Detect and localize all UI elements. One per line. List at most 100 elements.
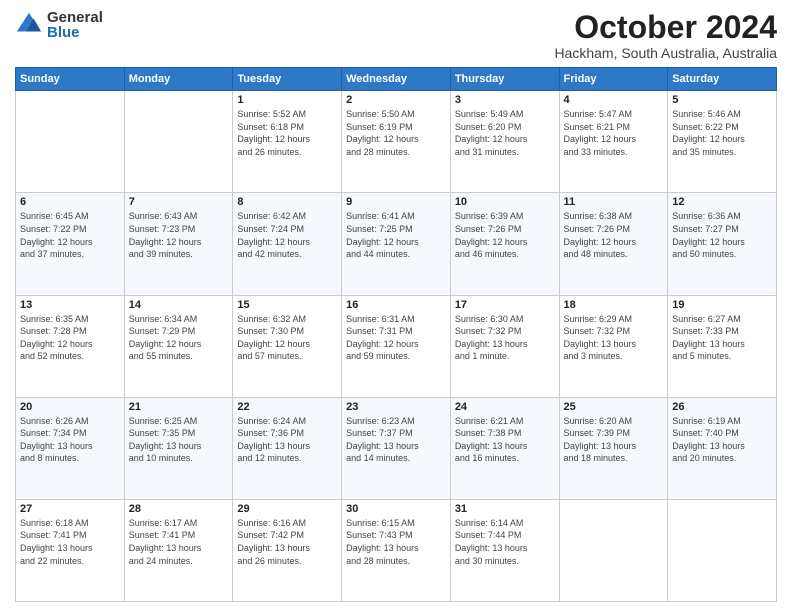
day-number: 7 — [129, 196, 229, 208]
day-number: 15 — [237, 299, 337, 311]
day-number: 27 — [20, 503, 120, 515]
calendar-cell: 8 Sunrise: 6:42 AM Sunset: 7:24 PM Daylig… — [233, 193, 342, 295]
day-number: 17 — [455, 299, 555, 311]
day-info: Sunrise: 6:31 AM Sunset: 7:31 PM Dayligh… — [346, 313, 446, 363]
calendar-week-2: 6Sunrise: 6:45 AM Sunset: 7:22 PM Daylig… — [16, 193, 777, 295]
calendar-cell: 28 Sunrise: 6:17 AM Sunset: 7:41 PM Dayli… — [124, 499, 233, 601]
col-tuesday: Tuesday — [233, 68, 342, 91]
title-block: October 2024 Hackham, South Australia, A… — [554, 10, 777, 61]
day-info: Sunrise: 6:38 AM Sunset: 7:26 PM Dayligh… — [564, 210, 664, 260]
calendar-cell: 25Sunrise: 6:20 AM Sunset: 7:39 PM Dayli… — [559, 397, 668, 499]
day-number: 18 — [564, 299, 664, 311]
col-sunday: Sunday — [16, 68, 125, 91]
day-info: Sunrise: 6:19 AM Sunset: 7:40 PM Dayligh… — [672, 415, 772, 465]
day-info: Sunrise: 6:39 AM Sunset: 7:26 PM Dayligh… — [455, 210, 555, 260]
day-number: 10 — [455, 196, 555, 208]
day-number: 1 — [237, 94, 337, 106]
day-number: 26 — [672, 401, 772, 413]
calendar-cell: 31Sunrise: 6:14 AM Sunset: 7:44 PM Dayli… — [450, 499, 559, 601]
calendar-cell — [668, 499, 777, 601]
calendar-body: 1 Sunrise: 5:52 AM Sunset: 6:18 PM Daylig… — [16, 91, 777, 602]
day-info: Sunrise: 6:30 AM Sunset: 7:32 PM Dayligh… — [455, 313, 555, 363]
logo-icon — [15, 11, 43, 39]
col-friday: Friday — [559, 68, 668, 91]
day-number: 19 — [672, 299, 772, 311]
calendar-week-3: 13Sunrise: 6:35 AM Sunset: 7:28 PM Dayli… — [16, 295, 777, 397]
calendar-cell: 23Sunrise: 6:23 AM Sunset: 7:37 PM Dayli… — [342, 397, 451, 499]
day-info: Sunrise: 6:16 AM Sunset: 7:42 PM Dayligh… — [237, 517, 337, 567]
day-number: 8 — [237, 196, 337, 208]
day-info: Sunrise: 6:29 AM Sunset: 7:32 PM Dayligh… — [564, 313, 664, 363]
day-number: 21 — [129, 401, 229, 413]
calendar-week-1: 1 Sunrise: 5:52 AM Sunset: 6:18 PM Daylig… — [16, 91, 777, 193]
day-number: 3 — [455, 94, 555, 106]
calendar-cell: 15 Sunrise: 6:32 AM Sunset: 7:30 PM Dayli… — [233, 295, 342, 397]
col-wednesday: Wednesday — [342, 68, 451, 91]
calendar-cell: 9Sunrise: 6:41 AM Sunset: 7:25 PM Daylig… — [342, 193, 451, 295]
calendar-cell: 10 Sunrise: 6:39 AM Sunset: 7:26 PM Dayli… — [450, 193, 559, 295]
title-month: October 2024 — [554, 10, 777, 45]
day-number: 13 — [20, 299, 120, 311]
logo-blue: Blue — [47, 25, 103, 40]
day-number: 23 — [346, 401, 446, 413]
calendar-cell: 27 Sunrise: 6:18 AM Sunset: 7:41 PM Dayli… — [16, 499, 125, 601]
day-number: 28 — [129, 503, 229, 515]
calendar-cell: 17 Sunrise: 6:30 AM Sunset: 7:32 PM Dayli… — [450, 295, 559, 397]
calendar-cell — [124, 91, 233, 193]
day-info: Sunrise: 6:26 AM Sunset: 7:34 PM Dayligh… — [20, 415, 120, 465]
day-number: 4 — [564, 94, 664, 106]
logo-general: General — [47, 10, 103, 25]
day-number: 5 — [672, 94, 772, 106]
day-number: 20 — [20, 401, 120, 413]
day-info: Sunrise: 6:41 AM Sunset: 7:25 PM Dayligh… — [346, 210, 446, 260]
day-info: Sunrise: 6:25 AM Sunset: 7:35 PM Dayligh… — [129, 415, 229, 465]
day-info: Sunrise: 5:52 AM Sunset: 6:18 PM Dayligh… — [237, 108, 337, 158]
calendar-cell: 4 Sunrise: 5:47 AM Sunset: 6:21 PM Daylig… — [559, 91, 668, 193]
col-saturday: Saturday — [668, 68, 777, 91]
day-number: 11 — [564, 196, 664, 208]
day-number: 14 — [129, 299, 229, 311]
day-info: Sunrise: 6:24 AM Sunset: 7:36 PM Dayligh… — [237, 415, 337, 465]
calendar-cell: 19 Sunrise: 6:27 AM Sunset: 7:33 PM Dayli… — [668, 295, 777, 397]
day-info: Sunrise: 6:14 AM Sunset: 7:44 PM Dayligh… — [455, 517, 555, 567]
day-info: Sunrise: 5:46 AM Sunset: 6:22 PM Dayligh… — [672, 108, 772, 158]
title-location: Hackham, South Australia, Australia — [554, 45, 777, 61]
day-number: 12 — [672, 196, 772, 208]
calendar-cell — [16, 91, 125, 193]
day-info: Sunrise: 6:42 AM Sunset: 7:24 PM Dayligh… — [237, 210, 337, 260]
calendar-week-5: 27 Sunrise: 6:18 AM Sunset: 7:41 PM Dayli… — [16, 499, 777, 601]
day-info: Sunrise: 6:15 AM Sunset: 7:43 PM Dayligh… — [346, 517, 446, 567]
col-thursday: Thursday — [450, 68, 559, 91]
logo: General Blue — [15, 10, 103, 40]
calendar-cell: 11 Sunrise: 6:38 AM Sunset: 7:26 PM Dayli… — [559, 193, 668, 295]
day-info: Sunrise: 6:21 AM Sunset: 7:38 PM Dayligh… — [455, 415, 555, 465]
day-info: Sunrise: 6:45 AM Sunset: 7:22 PM Dayligh… — [20, 210, 120, 260]
day-number: 30 — [346, 503, 446, 515]
day-info: Sunrise: 6:43 AM Sunset: 7:23 PM Dayligh… — [129, 210, 229, 260]
day-info: Sunrise: 6:32 AM Sunset: 7:30 PM Dayligh… — [237, 313, 337, 363]
calendar-cell: 2Sunrise: 5:50 AM Sunset: 6:19 PM Daylig… — [342, 91, 451, 193]
calendar-cell: 12Sunrise: 6:36 AM Sunset: 7:27 PM Dayli… — [668, 193, 777, 295]
day-info: Sunrise: 6:18 AM Sunset: 7:41 PM Dayligh… — [20, 517, 120, 567]
calendar-table: Sunday Monday Tuesday Wednesday Thursday… — [15, 67, 777, 602]
calendar-cell: 30 Sunrise: 6:15 AM Sunset: 7:43 PM Dayli… — [342, 499, 451, 601]
logo-text: General Blue — [47, 10, 103, 40]
calendar-cell: 14 Sunrise: 6:34 AM Sunset: 7:29 PM Dayli… — [124, 295, 233, 397]
calendar-cell: 20 Sunrise: 6:26 AM Sunset: 7:34 PM Dayli… — [16, 397, 125, 499]
col-monday: Monday — [124, 68, 233, 91]
day-info: Sunrise: 6:17 AM Sunset: 7:41 PM Dayligh… — [129, 517, 229, 567]
calendar-cell: 24Sunrise: 6:21 AM Sunset: 7:38 PM Dayli… — [450, 397, 559, 499]
calendar-header-row: Sunday Monday Tuesday Wednesday Thursday… — [16, 68, 777, 91]
day-info: Sunrise: 6:27 AM Sunset: 7:33 PM Dayligh… — [672, 313, 772, 363]
calendar-cell: 29Sunrise: 6:16 AM Sunset: 7:42 PM Dayli… — [233, 499, 342, 601]
day-number: 16 — [346, 299, 446, 311]
calendar-cell: 22Sunrise: 6:24 AM Sunset: 7:36 PM Dayli… — [233, 397, 342, 499]
day-info: Sunrise: 5:47 AM Sunset: 6:21 PM Dayligh… — [564, 108, 664, 158]
header: General Blue October 2024 Hackham, South… — [15, 10, 777, 61]
calendar-cell: 21 Sunrise: 6:25 AM Sunset: 7:35 PM Dayli… — [124, 397, 233, 499]
day-info: Sunrise: 6:34 AM Sunset: 7:29 PM Dayligh… — [129, 313, 229, 363]
calendar-week-4: 20 Sunrise: 6:26 AM Sunset: 7:34 PM Dayli… — [16, 397, 777, 499]
calendar-cell: 1 Sunrise: 5:52 AM Sunset: 6:18 PM Daylig… — [233, 91, 342, 193]
day-number: 2 — [346, 94, 446, 106]
calendar-cell: 13Sunrise: 6:35 AM Sunset: 7:28 PM Dayli… — [16, 295, 125, 397]
